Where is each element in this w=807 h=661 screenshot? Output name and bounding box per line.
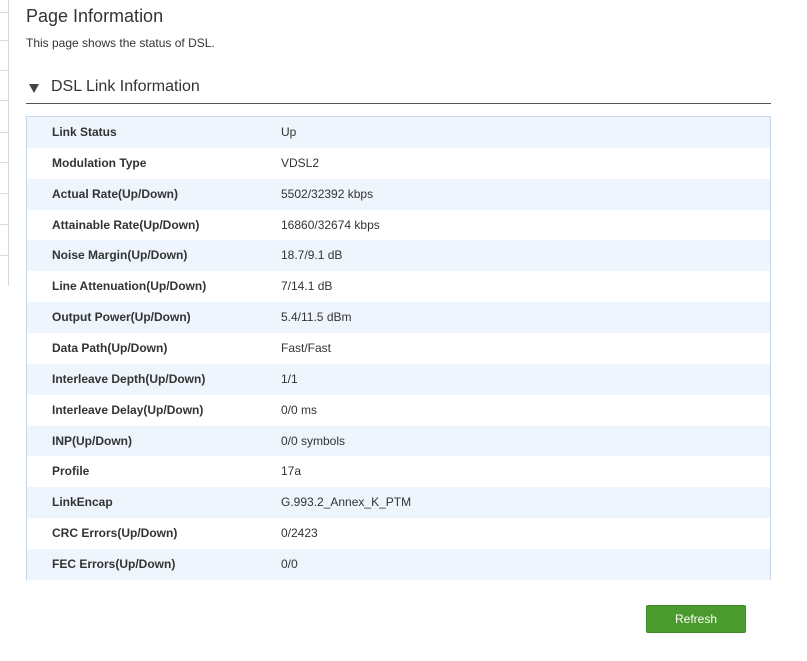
row-value: 7/14.1 dB [281,279,333,294]
left-panel-divider [0,12,8,13]
row-value: Fast/Fast [281,341,332,356]
row-label: Profile [52,464,90,479]
row-label: Output Power(Up/Down) [52,310,191,325]
table-row: Output Power(Up/Down) 5.4/11.5 dBm [27,302,770,334]
left-panel-edge [0,0,9,286]
table-row: Line Attenuation(Up/Down) 7/14.1 dB [27,271,770,302]
left-panel-divider [0,162,8,163]
table-row: Interleave Depth(Up/Down) 1/1 [27,363,770,395]
row-label: Interleave Delay(Up/Down) [52,402,204,417]
table-row: INP(Up/Down) 0/0 symbols [27,425,770,457]
row-label: Attainable Rate(Up/Down) [52,217,200,232]
refresh-button[interactable]: Refresh [646,605,746,633]
row-label: Data Path(Up/Down) [52,341,168,356]
row-value: 17a [281,464,302,479]
left-panel-divider [0,40,8,41]
dsl-info-table: Link Status Up Modulation Type VDSL2 Act… [26,116,771,580]
table-row: Noise Margin(Up/Down) 18.7/9.1 dB [27,240,770,272]
row-value: VDSL2 [281,155,320,170]
triangle-down-icon[interactable] [29,84,39,93]
row-value: Up [281,125,297,139]
row-label: FEC Errors(Up/Down) [52,557,176,572]
row-value: 0/0 ms [281,402,318,417]
table-row: CRC Errors(Up/Down) 0/2423 [27,518,770,549]
left-panel-divider [0,132,8,133]
table-row: Profile 17a [27,456,770,487]
row-label: Line Attenuation(Up/Down) [52,279,207,294]
row-value: 16860/32674 kbps [281,217,380,232]
section-title: DSL Link Information [51,78,200,95]
left-panel-divider [0,70,8,71]
page-description: This page shows the status of DSL. [26,36,215,50]
table-row: Interleave Delay(Up/Down) 0/0 ms [27,395,770,426]
row-value: 0/0 symbols [281,433,346,448]
row-value: G.993.2_Annex_K_PTM [281,495,412,510]
row-label: CRC Errors(Up/Down) [52,526,178,541]
row-label: INP(Up/Down) [52,433,132,448]
page-title: Page Information [26,6,164,26]
table-row: Actual Rate(Up/Down) 5502/32392 kbps [27,178,770,210]
table-row: Attainable Rate(Up/Down) 16860/32674 kbp… [27,210,770,241]
row-label: Modulation Type [52,155,147,170]
row-value: 1/1 [281,371,298,386]
left-panel-divider [0,224,8,225]
section-header-dsl-link[interactable]: DSL Link Information [26,76,771,104]
row-label: Link Status [52,125,117,139]
row-value: 0/0 [281,557,298,572]
row-label: LinkEncap [52,495,113,510]
table-row: FEC Errors(Up/Down) 0/0 [27,549,770,580]
left-panel-divider [0,100,8,101]
table-row: LinkEncap G.993.2_Annex_K_PTM [27,487,770,519]
table-row: Data Path(Up/Down) Fast/Fast [27,333,770,364]
left-panel-divider [0,255,8,256]
row-label: Noise Margin(Up/Down) [52,248,188,263]
row-value: 18.7/9.1 dB [281,248,343,263]
table-row: Link Status Up [27,117,770,148]
row-value: 0/2423 [281,526,318,541]
row-label: Actual Rate(Up/Down) [52,186,178,201]
row-value: 5.4/11.5 dBm [281,310,352,325]
row-value: 5502/32392 kbps [281,186,374,201]
table-row: Modulation Type VDSL2 [27,148,770,179]
row-label: Interleave Depth(Up/Down) [52,371,206,386]
left-panel-divider [0,193,8,194]
